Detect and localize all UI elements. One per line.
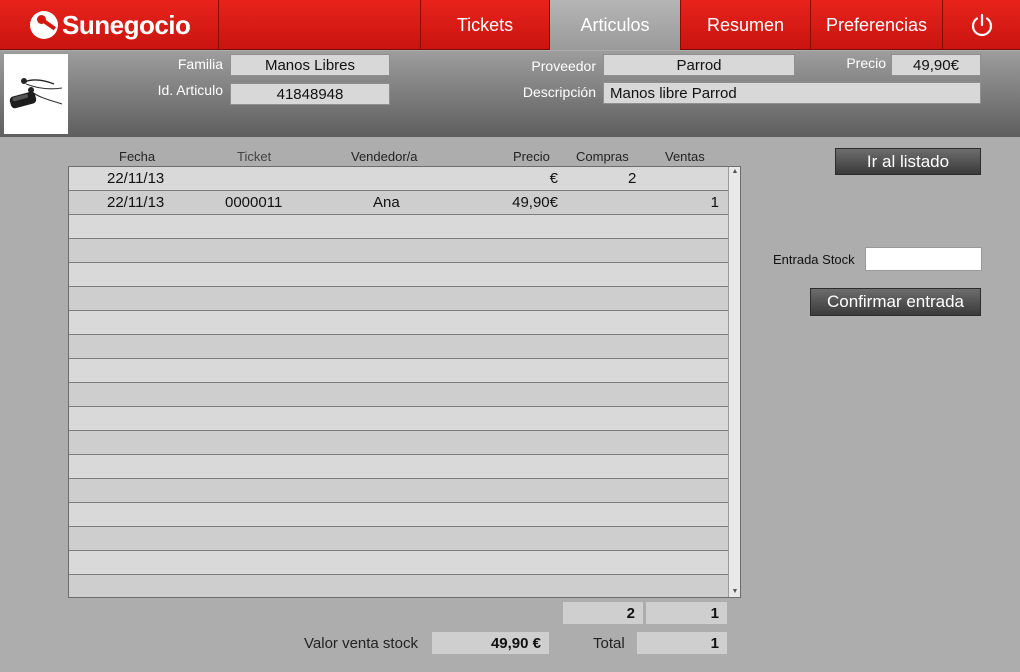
proveedor-label: Proveedor: [531, 58, 596, 74]
table-row[interactable]: [69, 503, 728, 527]
descripcion-label: Descripción: [522, 84, 596, 100]
table-row[interactable]: [69, 455, 728, 479]
table-row[interactable]: [69, 239, 728, 263]
valor-venta-stock-label: Valor venta stock: [304, 635, 418, 652]
tab-preferencias[interactable]: Preferencias: [811, 0, 942, 50]
table-scrollbar[interactable]: ▲ ▼: [728, 167, 740, 597]
table-row[interactable]: [69, 287, 728, 311]
proveedor-field[interactable]: Parrod: [603, 54, 795, 76]
compras-total: 2: [563, 602, 643, 624]
id-articulo-field[interactable]: 41848948: [230, 83, 390, 105]
tab-tickets[interactable]: Tickets: [421, 0, 549, 50]
precio-field[interactable]: 49,90€: [891, 54, 981, 76]
column-header-ventas: Ventas: [665, 149, 705, 164]
product-image: [4, 54, 68, 134]
cell-precio: €: [549, 170, 558, 187]
cell-vendedor: Ana: [373, 194, 400, 211]
article-header: Familia Manos Libres Id. Articulo 418489…: [0, 51, 1020, 137]
cell-ticket: 0000011: [225, 194, 283, 211]
scroll-down-arrow-icon[interactable]: ▼: [729, 587, 740, 597]
entrada-stock-label: Entrada Stock: [773, 252, 855, 267]
cell-ventas: 1: [710, 194, 719, 211]
logo-icon: [30, 11, 58, 39]
column-header-fecha: Fecha: [119, 149, 156, 164]
familia-field[interactable]: Manos Libres: [230, 54, 390, 76]
column-header-ticket: Ticket: [237, 149, 272, 164]
table-row[interactable]: [69, 359, 728, 383]
table-row[interactable]: [69, 215, 728, 239]
cell-compras: 2: [628, 170, 637, 187]
brand-name: Sunegocio: [62, 9, 191, 40]
cell-fecha: 22/11/13: [107, 194, 165, 211]
brand-logo[interactable]: Sunegocio: [30, 8, 191, 42]
descripcion-field[interactable]: Manos libre Parrod: [603, 82, 981, 104]
power-icon: [971, 13, 992, 37]
nav-divider: [218, 0, 219, 50]
tab-articulos[interactable]: Articulos: [550, 0, 680, 50]
scroll-up-arrow-icon[interactable]: ▲: [729, 167, 740, 177]
tab-resumen[interactable]: Resumen: [681, 0, 810, 50]
confirmar-entrada-button[interactable]: Confirmar entrada: [810, 288, 981, 316]
table-row[interactable]: [69, 263, 728, 287]
table-row[interactable]: [69, 479, 728, 503]
table-row[interactable]: [69, 311, 728, 335]
cell-precio: 49,90€: [512, 194, 558, 211]
headset-product-image: [9, 78, 63, 109]
valor-venta-stock-value: 49,90 €: [432, 632, 549, 654]
precio-label: Precio: [846, 55, 886, 71]
total-value: 1: [637, 632, 727, 654]
movements-table[interactable]: 22/11/13 € 2 22/11/13 0000011 Ana 49,90€…: [68, 166, 741, 598]
power-button[interactable]: [943, 0, 1020, 50]
top-bar: Sunegocio Tickets Articulos Resumen Pref…: [0, 0, 1020, 50]
table-row[interactable]: 22/11/13 € 2: [69, 167, 728, 191]
ir-al-listado-button[interactable]: Ir al listado: [835, 148, 981, 175]
column-header-compras: Compras: [576, 149, 629, 164]
table-row[interactable]: [69, 527, 728, 551]
ventas-total: 1: [646, 602, 727, 624]
column-header-vendedor: Vendedor/a: [351, 149, 418, 164]
entrada-stock-input[interactable]: [865, 247, 982, 271]
id-articulo-label: Id. Articulo: [157, 82, 223, 98]
column-header-precio: Precio: [513, 149, 550, 164]
table-row[interactable]: [69, 335, 728, 359]
familia-label: Familia: [177, 56, 223, 72]
table-row[interactable]: [69, 407, 728, 431]
table-row[interactable]: 22/11/13 0000011 Ana 49,90€ 1: [69, 191, 728, 215]
table-row[interactable]: [69, 431, 728, 455]
total-label: Total: [593, 635, 625, 652]
table-row[interactable]: [69, 575, 728, 597]
cell-fecha: 22/11/13: [107, 170, 165, 187]
table-row[interactable]: [69, 383, 728, 407]
table-row[interactable]: [69, 551, 728, 575]
